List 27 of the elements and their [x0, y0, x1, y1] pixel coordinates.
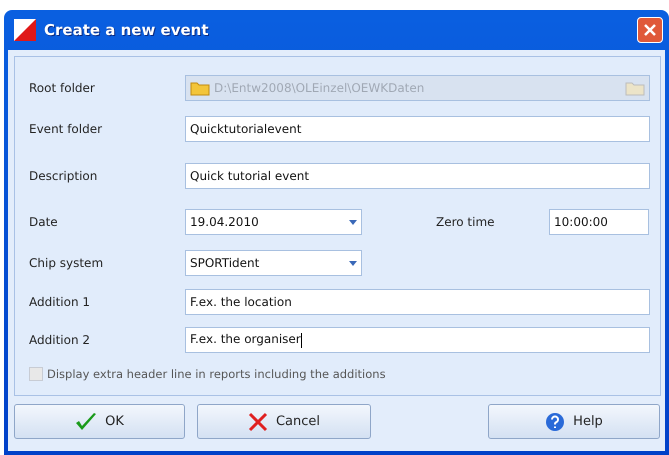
field-label: Addition 2	[29, 333, 92, 347]
text-field[interactable]: F.ex. the location	[185, 289, 650, 315]
cancel-button[interactable]: Cancel	[197, 404, 371, 439]
field-label: Date	[29, 215, 59, 229]
field-label: Event folder	[29, 122, 104, 136]
text-field[interactable]: F.ex. the organiser	[185, 327, 650, 353]
help-button[interactable]: Help	[488, 404, 660, 439]
field-label: Addition 1	[29, 295, 92, 309]
dropdown-arrow-icon[interactable]	[349, 260, 357, 266]
dropdown-arrow-icon[interactable]	[349, 220, 357, 224]
time-field[interactable]: 10:00:00	[549, 209, 649, 235]
help-icon	[545, 412, 566, 432]
dropdown-field[interactable]: SPORTident	[185, 250, 362, 276]
text-field[interactable]: Quicktutorialevent	[185, 116, 650, 142]
field-label: Zero time	[436, 215, 496, 229]
close-icon	[643, 23, 657, 37]
ok-button[interactable]: OK	[14, 404, 185, 439]
field-label: Chip system	[29, 256, 104, 270]
text-field[interactable]: Quick tutorial event	[185, 163, 650, 189]
close-button[interactable]	[637, 17, 663, 43]
date-field[interactable]: 19.04.2010	[185, 209, 362, 235]
window-title: Create a new event	[44, 21, 210, 39]
app-logo-icon	[14, 19, 36, 41]
checkmark-icon	[75, 412, 98, 432]
field-label: Root folder	[29, 81, 96, 95]
close-icon	[248, 412, 268, 432]
field-label: Description	[29, 169, 98, 183]
